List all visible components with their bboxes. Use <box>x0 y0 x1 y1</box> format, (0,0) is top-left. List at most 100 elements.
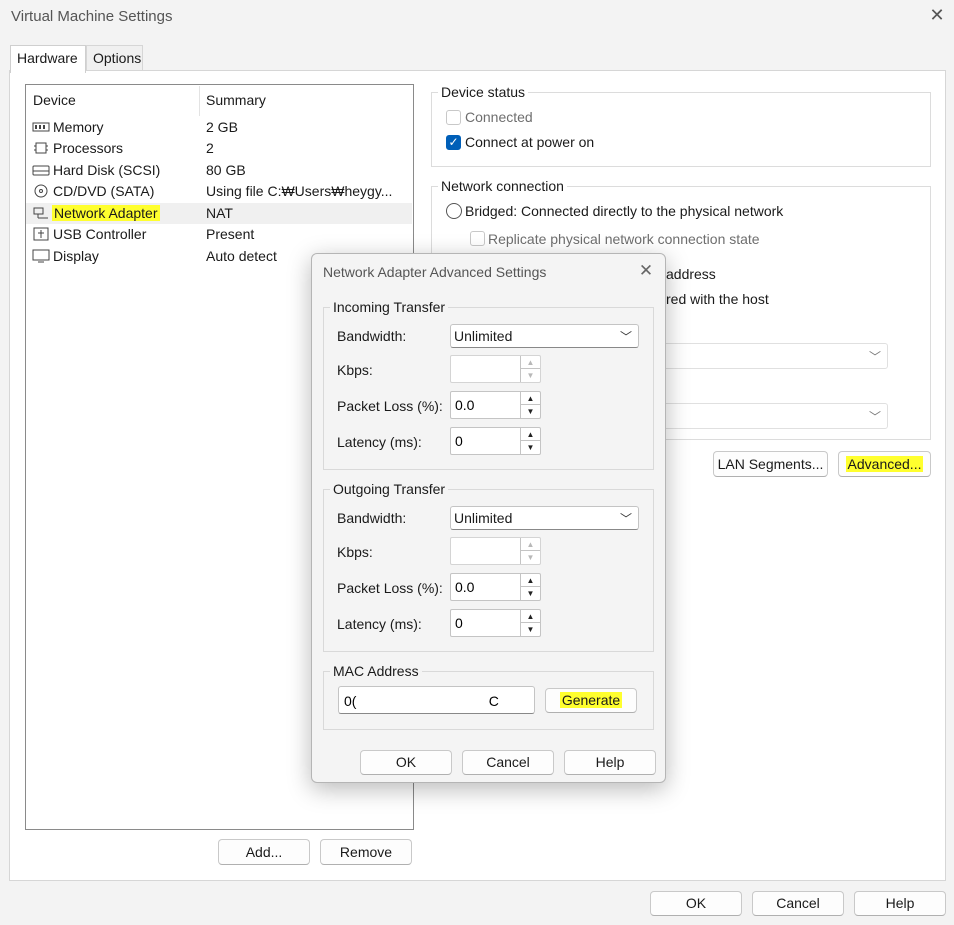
device-summary: Using file C:₩Users₩heygy... <box>206 183 393 199</box>
device-name: Hard Disk (SCSI) <box>53 162 161 178</box>
advanced-button-label: Advanced... <box>845 456 924 472</box>
device-row-cd-dvd[interactable]: CD/DVD (SATA) Using file C:₩Users₩heygy.… <box>26 181 412 202</box>
incoming-latency-stepper[interactable]: ▲▼ <box>450 427 541 455</box>
network-option-text-partial: address <box>666 266 716 282</box>
chevron-down-icon: ﹀ <box>868 350 881 364</box>
replicate-state-label: Replicate physical network connection st… <box>488 231 760 247</box>
add-device-button[interactable]: Add... <box>218 839 310 865</box>
outgoing-latency-stepper[interactable]: ▲▼ <box>450 609 541 637</box>
ok-button[interactable]: OK <box>650 891 742 916</box>
tab-options[interactable]: Options <box>86 45 143 71</box>
incoming-bandwidth-select[interactable]: Unlimited ﹀ <box>450 324 639 348</box>
spin-down-icon[interactable]: ▼ <box>521 441 540 454</box>
spin-up-icon[interactable]: ▲ <box>521 356 540 369</box>
outgoing-packet-loss-input[interactable] <box>453 578 515 596</box>
mac-address-input[interactable] <box>342 692 532 710</box>
device-summary: Present <box>206 226 255 242</box>
device-row-processors[interactable]: Processors 2 <box>26 138 412 159</box>
bridged-radio[interactable] <box>446 203 462 219</box>
column-header-device[interactable]: Device <box>33 92 76 108</box>
device-status-title: Device status <box>438 84 529 100</box>
column-header-summary[interactable]: Summary <box>206 92 266 108</box>
dialog-close-icon[interactable]: ✕ <box>635 261 657 281</box>
usb-icon <box>33 227 49 241</box>
spin-down-icon[interactable]: ▼ <box>521 369 540 382</box>
connect-at-power-on-label: Connect at power on <box>465 134 595 150</box>
outgoing-kbps-label: Kbps: <box>337 544 373 560</box>
outgoing-latency-label: Latency (ms): <box>337 616 422 632</box>
dialog-ok-button[interactable]: OK <box>360 750 452 775</box>
connected-checkbox[interactable] <box>446 110 461 125</box>
window-title: Virtual Machine Settings <box>11 8 173 25</box>
outgoing-bandwidth-value: Unlimited <box>454 510 513 526</box>
outgoing-latency-input[interactable] <box>453 614 515 632</box>
device-summary: NAT <box>206 205 233 221</box>
spin-down-icon[interactable]: ▼ <box>521 551 540 564</box>
connect-at-power-on-checkbox[interactable]: ✓ <box>446 135 461 150</box>
spin-down-icon[interactable]: ▼ <box>521 405 540 418</box>
incoming-kbps-stepper[interactable]: ▲ ▼ <box>450 355 541 383</box>
replicate-state-checkbox[interactable] <box>470 231 485 246</box>
memory-icon <box>32 122 50 132</box>
network-dropdown-disabled[interactable]: ﹀ <box>640 343 888 369</box>
outgoing-bandwidth-select[interactable]: Unlimited ﹀ <box>450 506 639 530</box>
device-name: Processors <box>53 140 124 156</box>
incoming-kbps-input[interactable] <box>453 360 515 378</box>
device-name: Network Adapter <box>52 205 160 221</box>
bridged-label: Bridged: Connected directly to the physi… <box>465 203 784 219</box>
device-summary: 2 GB <box>206 119 238 135</box>
device-name: Memory <box>53 119 104 135</box>
connected-label: Connected <box>465 109 533 125</box>
outgoing-packet-loss-stepper[interactable]: ▲▼ <box>450 573 541 601</box>
device-summary: 80 GB <box>206 162 246 178</box>
network-connection-title: Network connection <box>438 178 567 194</box>
device-name: CD/DVD (SATA) <box>53 183 155 199</box>
dialog-help-button[interactable]: Help <box>564 750 656 775</box>
chevron-down-icon: ﹀ <box>868 410 881 424</box>
incoming-packet-loss-input[interactable] <box>453 396 515 414</box>
spin-down-icon[interactable]: ▼ <box>521 587 540 600</box>
spin-up-icon[interactable]: ▲ <box>521 392 540 405</box>
network-dropdown-disabled[interactable]: ﹀ <box>640 403 888 429</box>
network-option-text-partial: red with the host <box>666 291 769 307</box>
lan-segments-button[interactable]: LAN Segments... <box>713 451 828 477</box>
mac-address-field[interactable] <box>338 686 535 714</box>
incoming-packet-loss-stepper[interactable]: ▲▼ <box>450 391 541 419</box>
dialog-cancel-button[interactable]: Cancel <box>462 750 554 775</box>
spin-up-icon[interactable]: ▲ <box>521 428 540 441</box>
incoming-latency-label: Latency (ms): <box>337 434 422 450</box>
device-row-usb-controller[interactable]: USB Controller Present <box>26 224 412 245</box>
spin-up-icon[interactable]: ▲ <box>521 538 540 551</box>
device-row-hard-disk[interactable]: Hard Disk (SCSI) 80 GB <box>26 160 412 181</box>
advanced-button[interactable]: Advanced... <box>838 451 931 477</box>
device-status-group <box>431 92 931 167</box>
device-summary: Auto detect <box>206 248 277 264</box>
outgoing-bandwidth-label: Bandwidth: <box>337 510 407 526</box>
window-close-icon[interactable]: ✕ <box>926 4 948 26</box>
processor-icon <box>34 142 48 154</box>
spin-down-icon[interactable]: ▼ <box>521 623 540 636</box>
generate-mac-button[interactable]: Generate <box>545 688 637 713</box>
hard-disk-icon <box>32 165 50 176</box>
spin-up-icon[interactable]: ▲ <box>521 574 540 587</box>
dialog-title: Network Adapter Advanced Settings <box>323 264 547 280</box>
incoming-bandwidth-value: Unlimited <box>454 328 513 344</box>
mac-address-title: MAC Address <box>330 663 422 679</box>
incoming-latency-input[interactable] <box>453 432 515 450</box>
spin-up-icon[interactable]: ▲ <box>521 610 540 623</box>
device-summary: 2 <box>206 140 214 156</box>
help-button[interactable]: Help <box>854 891 946 916</box>
cancel-button[interactable]: Cancel <box>752 891 844 916</box>
network-adapter-icon <box>33 207 48 219</box>
tab-hardware[interactable]: Hardware <box>10 45 86 73</box>
cd-dvd-icon <box>34 184 48 198</box>
device-row-memory[interactable]: Memory 2 GB <box>26 117 412 138</box>
chevron-down-icon: ﹀ <box>619 330 632 344</box>
incoming-transfer-title: Incoming Transfer <box>330 299 449 315</box>
incoming-bandwidth-label: Bandwidth: <box>337 328 407 344</box>
outgoing-kbps-stepper[interactable]: ▲ ▼ <box>450 537 541 565</box>
remove-device-button[interactable]: Remove <box>320 839 412 865</box>
device-name: Display <box>53 248 99 264</box>
outgoing-kbps-input[interactable] <box>453 542 515 560</box>
device-row-network-adapter[interactable]: Network Adapter NAT <box>26 203 412 224</box>
